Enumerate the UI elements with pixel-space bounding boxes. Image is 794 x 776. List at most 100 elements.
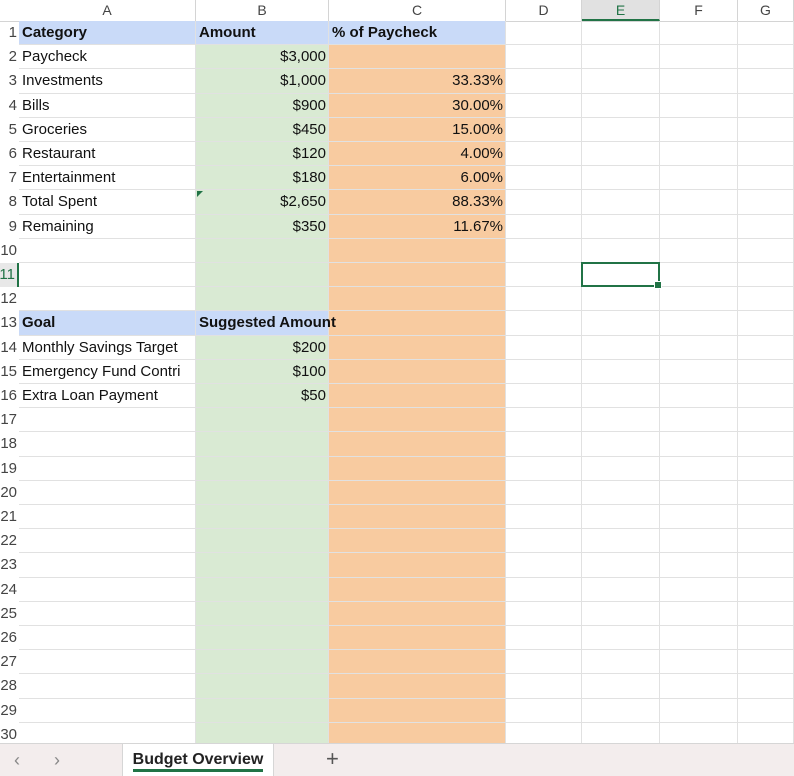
error-indicator-icon[interactable] xyxy=(197,191,203,198)
row-header-5[interactable]: 5 xyxy=(0,118,19,142)
cell-e18[interactable] xyxy=(582,432,660,457)
cell-g8[interactable] xyxy=(738,190,794,215)
cell-e29[interactable] xyxy=(582,698,660,723)
cell-d22[interactable] xyxy=(506,529,582,554)
row-header-6[interactable]: 6 xyxy=(0,142,19,166)
cell-e4[interactable] xyxy=(582,93,660,118)
column-header-g[interactable]: G xyxy=(738,0,794,21)
row-header-1[interactable]: 1 xyxy=(0,21,19,45)
cell-e22[interactable] xyxy=(582,529,660,554)
cell-a28[interactable] xyxy=(19,674,196,699)
cell-b18[interactable] xyxy=(196,432,329,457)
cell-e20[interactable] xyxy=(582,480,660,505)
cell-b28[interactable] xyxy=(196,674,329,699)
cell-g27[interactable] xyxy=(738,650,794,675)
cell-a11[interactable] xyxy=(19,263,196,288)
cell-c26[interactable] xyxy=(329,626,506,651)
cell-a24[interactable] xyxy=(19,577,196,602)
cell-c25[interactable] xyxy=(329,601,506,626)
cell-g11[interactable] xyxy=(738,263,794,288)
cell-g10[interactable] xyxy=(738,238,794,263)
fill-handle[interactable] xyxy=(654,281,662,290)
cell-f14[interactable] xyxy=(660,335,738,360)
cell-a20[interactable] xyxy=(19,480,196,505)
cell-f25[interactable] xyxy=(660,601,738,626)
row-header-22[interactable]: 22 xyxy=(0,529,19,553)
cell-c16[interactable] xyxy=(329,384,506,409)
cell-a10[interactable] xyxy=(19,238,196,263)
cell-a12[interactable] xyxy=(19,287,196,312)
cell-b29[interactable] xyxy=(196,698,329,723)
cell-g25[interactable] xyxy=(738,601,794,626)
cell-d11[interactable] xyxy=(506,263,582,288)
row-header-20[interactable]: 20 xyxy=(0,481,19,505)
cell-d2[interactable] xyxy=(506,45,582,70)
cell-e3[interactable] xyxy=(582,69,660,94)
cell-c14[interactable] xyxy=(329,335,506,360)
cell-f4[interactable] xyxy=(660,93,738,118)
cell-g26[interactable] xyxy=(738,626,794,651)
cell-e12[interactable] xyxy=(582,287,660,312)
cell-g19[interactable] xyxy=(738,456,794,481)
cell-a25[interactable] xyxy=(19,601,196,626)
cell-d1[interactable] xyxy=(506,21,582,46)
cell-e19[interactable] xyxy=(582,456,660,481)
cell-c18[interactable] xyxy=(329,432,506,457)
cell-e6[interactable] xyxy=(582,142,660,167)
cell-d20[interactable] xyxy=(506,480,582,505)
cell-a26[interactable] xyxy=(19,626,196,651)
cell-e7[interactable] xyxy=(582,166,660,191)
cell-e17[interactable] xyxy=(582,408,660,433)
cell-d5[interactable] xyxy=(506,117,582,142)
cell-d6[interactable] xyxy=(506,142,582,167)
cell-f29[interactable] xyxy=(660,698,738,723)
cell-d17[interactable] xyxy=(506,408,582,433)
cell-d13[interactable] xyxy=(506,311,582,336)
row-header-14[interactable]: 14 xyxy=(0,336,19,360)
cell-d3[interactable] xyxy=(506,69,582,94)
cell-b20[interactable] xyxy=(196,480,329,505)
row-header-18[interactable]: 18 xyxy=(0,432,19,456)
row-header-24[interactable]: 24 xyxy=(0,578,19,602)
cell-e27[interactable] xyxy=(582,650,660,675)
cell-b22[interactable] xyxy=(196,529,329,554)
row-header-29[interactable]: 29 xyxy=(0,699,19,723)
column-header-d[interactable]: D xyxy=(506,0,582,21)
row-header-9[interactable]: 9 xyxy=(0,215,19,239)
cell-d23[interactable] xyxy=(506,553,582,578)
cell-f28[interactable] xyxy=(660,674,738,699)
column-header-e[interactable]: E xyxy=(582,0,660,21)
cell-b19[interactable] xyxy=(196,456,329,481)
row-header-28[interactable]: 28 xyxy=(0,674,19,698)
cell-g13[interactable] xyxy=(738,311,794,336)
cell-c27[interactable] xyxy=(329,650,506,675)
cell-e10[interactable] xyxy=(582,238,660,263)
worksheet-grid[interactable]: Category Amount % of Paycheck Paycheck $3,00… xyxy=(19,21,794,747)
cell-e26[interactable] xyxy=(582,626,660,651)
cell-b11[interactable] xyxy=(196,263,329,288)
cell-f10[interactable] xyxy=(660,238,738,263)
cell-c15[interactable] xyxy=(329,359,506,384)
cell-e21[interactable] xyxy=(582,505,660,530)
column-header-c[interactable]: C xyxy=(329,0,506,21)
row-header-7[interactable]: 7 xyxy=(0,166,19,190)
cell-d18[interactable] xyxy=(506,432,582,457)
cell-d8[interactable] xyxy=(506,190,582,215)
cell-f1[interactable] xyxy=(660,21,738,46)
cell-e2[interactable] xyxy=(582,45,660,70)
row-header-13[interactable]: 13 xyxy=(0,311,19,335)
cell-a21[interactable] xyxy=(19,505,196,530)
cell-f21[interactable] xyxy=(660,505,738,530)
cell-f22[interactable] xyxy=(660,529,738,554)
cell-g18[interactable] xyxy=(738,432,794,457)
cell-e1[interactable] xyxy=(582,21,660,46)
cell-e16[interactable] xyxy=(582,384,660,409)
cell-d19[interactable] xyxy=(506,456,582,481)
cell-g16[interactable] xyxy=(738,384,794,409)
cell-f11[interactable] xyxy=(660,263,738,288)
cell-g23[interactable] xyxy=(738,553,794,578)
cell-c13[interactable] xyxy=(329,311,506,336)
cell-d24[interactable] xyxy=(506,577,582,602)
cell-a22[interactable] xyxy=(19,529,196,554)
row-header-27[interactable]: 27 xyxy=(0,650,19,674)
